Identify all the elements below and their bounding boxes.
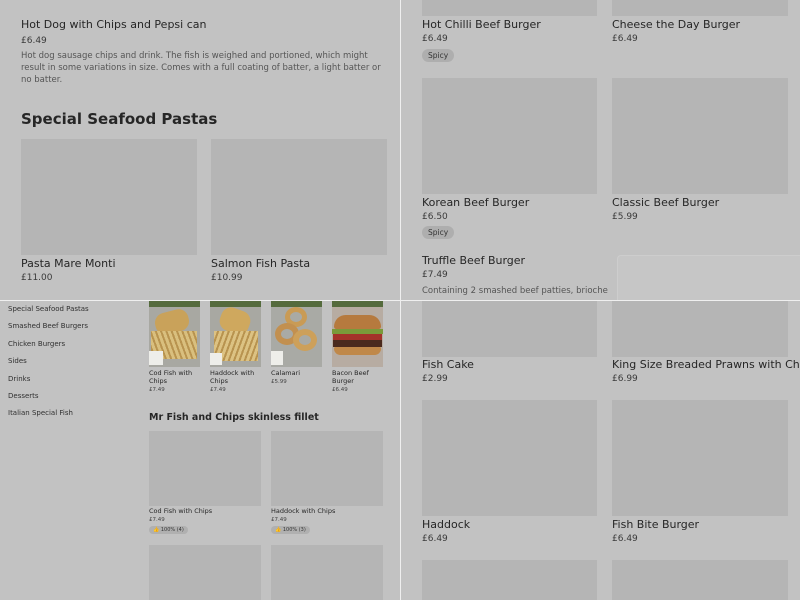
fish-items-view: Fish Cake £2.99 King Size Breaded Prawns… xyxy=(401,301,800,600)
haddock-with-chips-image[interactable] xyxy=(271,431,383,506)
king-size-breaded-prawns-image[interactable] xyxy=(612,301,788,357)
sidebar-item-chicken-burgers[interactable]: Chicken Burgers xyxy=(8,340,65,348)
sidebar-item-smashed-beef-burgers[interactable]: Smashed Beef Burgers xyxy=(8,322,88,330)
sidebar-item-sides[interactable]: Sides xyxy=(8,357,27,365)
item-name[interactable]: Calamari xyxy=(271,369,321,377)
item-name[interactable]: Korean Beef Burger xyxy=(422,196,529,209)
bacon-beef-burger-photo[interactable] xyxy=(332,301,383,367)
sidebar-item-special-seafood-pastas[interactable]: Special Seafood Pastas xyxy=(8,305,89,313)
item-price: £7.49 xyxy=(149,517,165,523)
menu-with-sidebar-view: Special Seafood Pastas Smashed Beef Burg… xyxy=(0,301,400,600)
item-image[interactable] xyxy=(612,560,788,600)
item-name[interactable]: Bacon Beef Burger xyxy=(332,369,382,385)
item-name[interactable]: Hot Chilli Beef Burger xyxy=(422,18,541,31)
item-name[interactable]: Cod Fish with Chips xyxy=(149,507,212,515)
item-price: £6.99 xyxy=(612,374,638,384)
salmon-fish-pasta-image[interactable] xyxy=(211,139,387,255)
section-title: Mr Fish and Chips skinless fillet xyxy=(149,412,319,423)
spicy-tag: Spicy xyxy=(422,226,455,239)
rating-badge: 👍 100% (3) xyxy=(271,526,310,534)
beef-burgers-view: Hot Chilli Beef Burger £6.49 Spicy Chees… xyxy=(401,0,800,300)
item-price: £6.50 xyxy=(422,212,448,222)
item-price: £5.99 xyxy=(271,379,287,385)
cod-fish-with-chips-photo[interactable] xyxy=(149,301,200,367)
rating-badge: 👍 100% (4) xyxy=(149,526,188,534)
classic-beef-burger-image[interactable] xyxy=(612,78,788,194)
item-name[interactable]: Haddock with Chips xyxy=(210,369,260,385)
item-price: £11.00 xyxy=(21,273,53,283)
grid-divider-horizontal xyxy=(0,300,800,301)
item-name[interactable]: Cod Fish with Chips xyxy=(149,369,199,385)
seafood-pastas-view: Hot Dog with Chips and Pepsi can £6.49 H… xyxy=(0,0,400,300)
item-name[interactable]: Classic Beef Burger xyxy=(612,196,719,209)
sidebar-item-drinks[interactable]: Drinks xyxy=(8,375,30,383)
truffle-beef-burger-price: £7.49 xyxy=(422,270,448,280)
item-name[interactable]: Fish Bite Burger xyxy=(612,518,699,531)
fish-bite-burger-image[interactable] xyxy=(612,400,788,516)
cod-fish-with-chips-image[interactable] xyxy=(149,431,261,506)
hotdog-item-name[interactable]: Hot Dog with Chips and Pepsi can xyxy=(21,18,206,31)
thumbs-up-icon: 👍 xyxy=(153,527,160,533)
item-price: £10.99 xyxy=(211,273,243,283)
item-price: £7.49 xyxy=(210,387,226,393)
item-name[interactable]: King Size Breaded Prawns with Chips xyxy=(612,358,800,371)
item-price: £6.49 xyxy=(612,34,638,44)
hotdog-item-description: Hot dog sausage chips and drink. The fis… xyxy=(21,51,381,85)
item-name[interactable]: Salmon Fish Pasta xyxy=(211,257,310,270)
haddock-with-chips-photo[interactable] xyxy=(210,301,261,367)
truffle-beef-burger-image[interactable] xyxy=(617,255,800,300)
item-name[interactable]: Haddock xyxy=(422,518,470,531)
item-image[interactable] xyxy=(149,545,261,600)
calamari-photo[interactable] xyxy=(271,301,322,367)
item-price: £6.49 xyxy=(332,387,348,393)
item-image[interactable] xyxy=(271,545,383,600)
sidebar-item-desserts[interactable]: Desserts xyxy=(8,392,39,400)
item-name[interactable]: Fish Cake xyxy=(422,358,474,371)
truffle-beef-burger-description: Containing 2 smashed beef patties, brioc… xyxy=(422,286,608,296)
item-price: £7.49 xyxy=(149,387,165,393)
item-image[interactable] xyxy=(422,560,597,600)
cheese-the-day-burger-image[interactable] xyxy=(612,0,788,16)
sidebar-item-italian-special-fish[interactable]: Italian Special Fish xyxy=(8,409,73,417)
truffle-beef-burger-name[interactable]: Truffle Beef Burger xyxy=(422,254,525,267)
item-price: £5.99 xyxy=(612,212,638,222)
item-name[interactable]: Haddock with Chips xyxy=(271,507,335,515)
item-name[interactable]: Cheese the Day Burger xyxy=(612,18,740,31)
item-price: £6.49 xyxy=(422,34,448,44)
korean-beef-burger-image[interactable] xyxy=(422,78,597,194)
item-price: £2.99 xyxy=(422,374,448,384)
spicy-tag: Spicy xyxy=(422,49,455,62)
item-price: £6.49 xyxy=(422,534,448,544)
item-price: £7.49 xyxy=(271,517,287,523)
haddock-image[interactable] xyxy=(422,400,597,516)
hotdog-item-price: £6.49 xyxy=(21,36,47,46)
section-title: Special Seafood Pastas xyxy=(21,110,218,128)
hot-chilli-beef-burger-image[interactable] xyxy=(422,0,597,16)
thumbs-up-icon: 👍 xyxy=(275,527,282,533)
pasta-mare-monti-image[interactable] xyxy=(21,139,197,255)
fish-cake-image[interactable] xyxy=(422,301,597,357)
item-name[interactable]: Pasta Mare Monti xyxy=(21,257,116,270)
item-price: £6.49 xyxy=(612,534,638,544)
